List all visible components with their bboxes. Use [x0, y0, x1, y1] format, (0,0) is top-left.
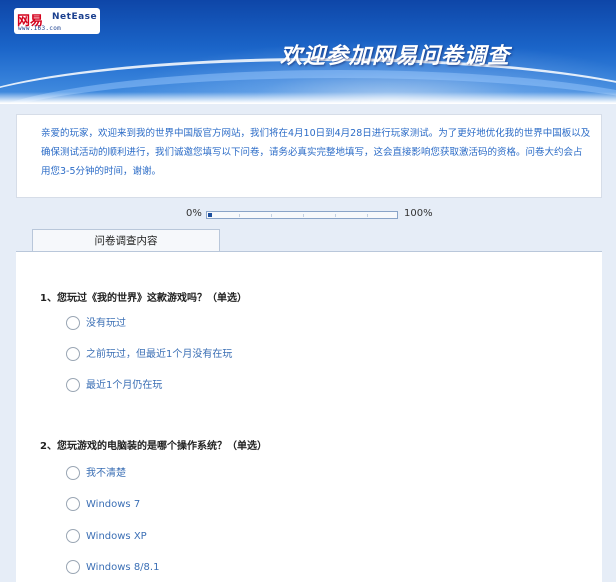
progress-tick	[239, 214, 240, 217]
intro-text: 亲爱的玩家，欢迎来到我的世界中国版官方网站，我们将在4月10日到4月28日进行玩…	[16, 114, 602, 198]
radio-button[interactable]	[66, 560, 80, 574]
option-label[interactable]: Windows 7	[86, 497, 140, 512]
progress-bar	[206, 211, 398, 219]
progress-tick	[303, 214, 304, 217]
option-label[interactable]: Windows XP	[86, 529, 147, 544]
option-label[interactable]: 没有玩过	[86, 316, 126, 331]
header-banner: 网易 NetEase www.163.com 欢迎参加网易问卷调查	[0, 0, 616, 104]
logo-url-text: www.163.com	[18, 25, 62, 32]
option-label[interactable]: Windows 8/8.1	[86, 560, 159, 575]
progress-end-label: 100%	[404, 208, 433, 219]
progress-tick	[335, 214, 336, 217]
tab-survey-content[interactable]: 问卷调查内容	[32, 229, 220, 251]
question-1-title: 1、您玩过《我的世界》这款游戏吗？（单选）	[40, 293, 247, 304]
radio-button[interactable]	[66, 316, 80, 330]
progress-start-label: 0%	[186, 208, 202, 219]
progress-tick	[367, 214, 368, 217]
radio-button[interactable]	[66, 378, 80, 392]
option-label[interactable]: 我不清楚	[86, 466, 126, 481]
banner-fade	[0, 92, 616, 104]
progress-tick	[271, 214, 272, 217]
question-2-title: 2、您玩游戏的电脑装的是哪个操作系统？（单选）	[40, 441, 267, 452]
logo-english-text: NetEase	[52, 12, 98, 22]
radio-button[interactable]	[66, 347, 80, 361]
progress-indicator: 0% 100%	[186, 208, 446, 224]
netease-logo[interactable]: 网易 NetEase www.163.com	[14, 8, 100, 34]
radio-button[interactable]	[66, 529, 80, 543]
radio-button[interactable]	[66, 466, 80, 480]
page-title: 欢迎参加网易问卷调查	[280, 44, 511, 69]
progress-bar-fill	[208, 213, 212, 217]
option-label[interactable]: 最近1个月仍在玩	[86, 378, 162, 393]
option-label[interactable]: 之前玩过，但最近1个月没有在玩	[86, 347, 232, 362]
radio-button[interactable]	[66, 497, 80, 511]
